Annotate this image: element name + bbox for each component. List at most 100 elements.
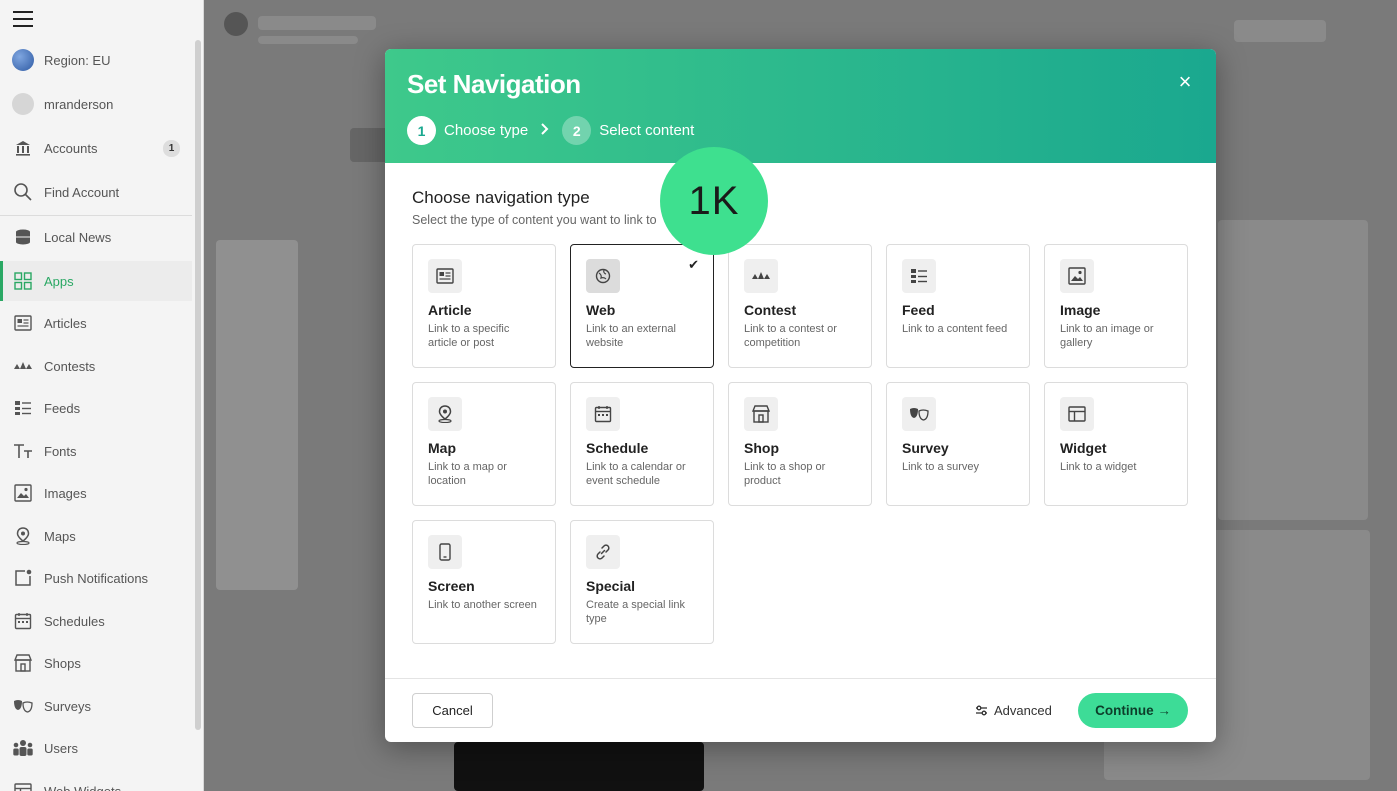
card-title: Web xyxy=(586,302,616,318)
nav-type-card-contest[interactable]: Contest Link to a contest or competition xyxy=(728,244,872,368)
sidebar-item-local-news[interactable]: Local News xyxy=(0,217,192,257)
card-description: Link to a specific article or post xyxy=(428,323,510,349)
card-description: Link to another screen xyxy=(428,599,537,611)
sidebar: Region: EU mranderson Accounts 1 Find Accoun… xyxy=(0,0,204,791)
settings-sliders-icon xyxy=(975,704,988,717)
sidebar-item-surveys[interactable]: Surveys xyxy=(0,686,192,726)
sidebar-item-label: Find Account xyxy=(44,184,120,200)
sidebar-item-label: Users xyxy=(44,740,78,756)
card-title: Article xyxy=(428,302,472,318)
modal-footer: Cancel Advanced Continue → xyxy=(385,678,1216,742)
advanced-label: Advanced xyxy=(994,703,1052,718)
nav-type-card-special[interactable]: Special Create a special link type xyxy=(570,520,714,644)
sidebar-item-images[interactable]: Images xyxy=(0,473,192,513)
nav-type-card-image[interactable]: Image Link to an image or gallery xyxy=(1044,244,1188,368)
step-1-label: Choose type xyxy=(444,122,529,139)
nav-type-card-web[interactable]: Web Link to an external website ✔ xyxy=(570,244,714,368)
bg-chip xyxy=(350,128,390,162)
sidebar-item-label: Maps xyxy=(44,528,76,544)
image-icon xyxy=(1060,259,1094,293)
step-2-number: 2 xyxy=(562,116,592,145)
nav-type-card-shop[interactable]: Shop Link to a shop or product xyxy=(728,382,872,506)
image-icon xyxy=(12,482,34,504)
continue-button[interactable]: Continue → xyxy=(1078,693,1188,728)
section-title: Choose navigation type xyxy=(412,188,590,207)
sidebar-item-fonts[interactable]: Fonts xyxy=(0,431,192,471)
card-description: Link to a map or location xyxy=(428,461,507,487)
sidebar-item-schedules[interactable]: Schedules xyxy=(0,601,192,641)
card-title: Feed xyxy=(902,302,935,318)
globe-icon xyxy=(586,259,620,293)
nav-type-card-survey[interactable]: Survey Link to a survey xyxy=(886,382,1030,506)
card-title: Schedule xyxy=(586,440,649,456)
card-description: Link to a widget xyxy=(1060,461,1137,473)
shop-icon xyxy=(12,652,34,674)
sidebar-item-maps[interactable]: Maps xyxy=(0,516,192,556)
sidebar-item-web-widgets[interactable]: Web Widgets xyxy=(0,771,192,791)
sidebar-item-label: Contests xyxy=(44,358,96,374)
survey-icon xyxy=(12,695,34,717)
globe-icon xyxy=(12,49,34,71)
sidebar-item-contests[interactable]: Contests xyxy=(0,346,192,386)
card-description: Link to a calendar or event schedule xyxy=(586,461,686,487)
sidebar-item-find-account[interactable]: Find Account xyxy=(0,172,192,212)
step-1-number: 1 xyxy=(407,116,436,145)
bg-title xyxy=(258,16,376,30)
article-icon xyxy=(12,312,34,334)
card-title: Shop xyxy=(744,440,779,456)
modal-header: Set Navigation × 1 Choose type 2 Select … xyxy=(385,49,1216,163)
calendar-icon xyxy=(12,610,34,632)
sidebar-item-user[interactable]: mranderson xyxy=(0,84,192,124)
card-description: Link to a shop or product xyxy=(744,461,826,487)
font-icon xyxy=(12,440,34,462)
shop-icon xyxy=(744,397,778,431)
notification-icon xyxy=(12,567,34,589)
modal-title: Set Navigation xyxy=(407,69,581,99)
bg-logo xyxy=(224,12,248,36)
cancel-button[interactable]: Cancel xyxy=(412,693,493,728)
sidebar-item-label: Web Widgets xyxy=(44,783,122,791)
card-description: Link to a survey xyxy=(902,461,980,473)
hamburger-menu-icon[interactable] xyxy=(13,10,33,28)
nav-type-card-article[interactable]: Article Link to a specific article or pos… xyxy=(412,244,556,368)
sidebar-scrollbar[interactable] xyxy=(195,40,201,730)
grid-icon xyxy=(12,270,34,292)
bg-subtitle xyxy=(258,36,358,44)
sidebar-item-accounts[interactable]: Accounts 1 xyxy=(0,128,192,168)
card-title: Contest xyxy=(744,302,797,318)
map-pin-icon xyxy=(428,397,462,431)
sidebar-divider xyxy=(0,215,192,216)
nav-type-card-schedule[interactable]: Schedule Link to a calendar or event sche… xyxy=(570,382,714,506)
nav-type-card-feed[interactable]: Feed Link to a content feed xyxy=(886,244,1030,368)
advanced-button[interactable]: Advanced xyxy=(975,693,1052,728)
nav-type-card-screen[interactable]: Screen Link to another screen xyxy=(412,520,556,644)
card-title: Image xyxy=(1060,302,1101,318)
feed-icon xyxy=(12,397,34,419)
contest-icon xyxy=(744,259,778,293)
bg-phone-preview xyxy=(454,742,704,791)
card-title: Survey xyxy=(902,440,949,456)
bg-preview-column xyxy=(216,240,298,590)
bank-icon xyxy=(12,137,34,159)
sidebar-item-shops[interactable]: Shops xyxy=(0,643,192,683)
sidebar-item-users[interactable]: Users xyxy=(0,728,192,768)
sidebar-item-push-notifications[interactable]: Push Notifications xyxy=(0,558,192,598)
sidebar-item-feeds[interactable]: Feeds xyxy=(0,388,192,428)
card-description: Link to an external website xyxy=(586,323,676,349)
card-description: Create a special link type xyxy=(586,599,686,625)
sidebar-item-articles[interactable]: Articles xyxy=(0,303,192,343)
step-2-label: Select content xyxy=(599,122,695,139)
calendar-icon xyxy=(586,397,620,431)
overlay-count-bubble: 1K xyxy=(660,147,768,255)
sidebar-item-label: Feeds xyxy=(44,400,81,416)
sidebar-item-region[interactable]: Region: EU xyxy=(0,40,192,80)
search-icon xyxy=(12,181,34,203)
nav-type-card-map[interactable]: Map Link to a map or location xyxy=(412,382,556,506)
sidebar-item-apps[interactable]: Apps xyxy=(0,261,192,301)
sidebar-item-label: Push Notifications xyxy=(44,570,149,586)
close-icon[interactable]: × xyxy=(1176,71,1194,93)
feed-icon xyxy=(902,259,936,293)
nav-type-card-widget[interactable]: Widget Link to a widget xyxy=(1044,382,1188,506)
avatar-icon xyxy=(12,93,34,115)
sidebar-item-label: mranderson xyxy=(44,96,114,112)
